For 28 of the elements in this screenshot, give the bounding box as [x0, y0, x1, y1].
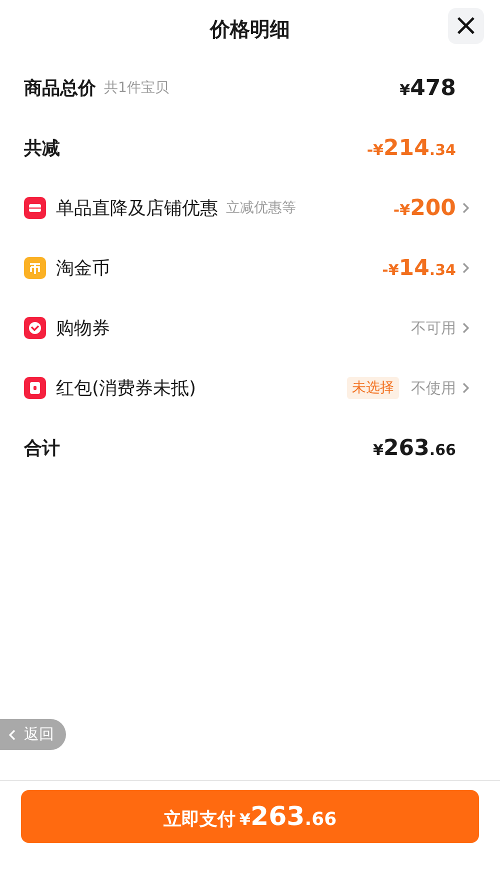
amount: -¥14.34	[382, 256, 456, 280]
chevron-right-icon	[462, 382, 470, 394]
close-button[interactable]: ×	[448, 8, 484, 44]
row-label[interactable]: 购物券	[56, 316, 110, 340]
sheet-title: 价格明细	[210, 16, 290, 42]
chevron-left-icon	[8, 728, 16, 740]
coin-icon	[24, 257, 46, 279]
amount: ¥263.66	[373, 436, 456, 460]
row-label: 合计	[24, 437, 60, 460]
row-label: 共减	[24, 137, 60, 160]
row-note: 共1件宝贝	[104, 79, 169, 97]
chevron-right-icon	[462, 322, 470, 334]
amount: -¥200	[393, 196, 456, 220]
shop-icon	[24, 197, 46, 219]
row-label[interactable]: 单品直降及店铺优惠	[56, 196, 218, 220]
status-tag: 未选择	[347, 377, 399, 399]
amount: -¥214.34	[366, 136, 456, 160]
amount: ¥478	[400, 76, 456, 100]
row-label[interactable]: 红包(消费券未抵)	[56, 376, 196, 400]
envelope-icon	[24, 377, 46, 399]
row-label: 商品总价	[24, 77, 96, 100]
status-text: 不使用	[411, 378, 456, 398]
chevron-right-icon	[462, 202, 470, 214]
row-label[interactable]: 淘金币	[56, 256, 110, 280]
status-text: 不可用	[411, 318, 456, 338]
row-note: 立减优惠等	[226, 199, 296, 217]
coupon-icon	[24, 317, 46, 339]
chevron-right-icon	[462, 262, 470, 274]
